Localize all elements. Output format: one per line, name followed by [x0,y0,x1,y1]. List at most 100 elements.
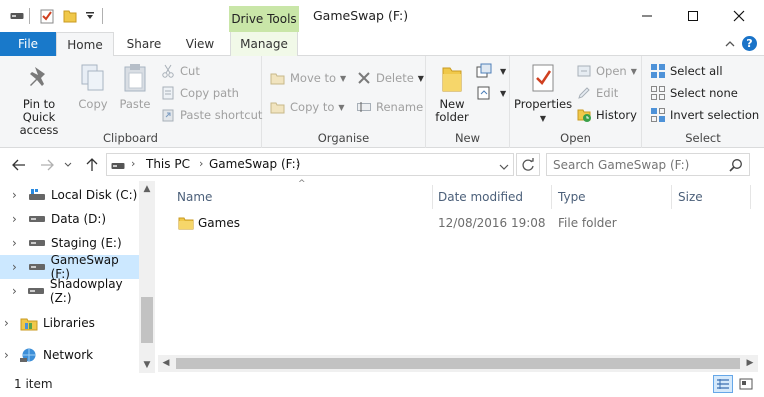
arrow-up-icon [86,158,98,171]
tab-share[interactable]: Share [118,32,170,56]
column-header-name[interactable]: Name [177,185,212,209]
details-view-button[interactable] [713,375,733,393]
chevron-down-icon: ▼ [539,114,547,123]
edit-pencil-icon [576,85,592,101]
new-item-button[interactable]: ▼ [476,61,506,81]
nav-item-shadowplay-z[interactable]: › Shadowplay (Z:) [0,277,139,305]
select-group-label: Select [685,131,721,145]
delete-button[interactable]: Delete ▼ [356,68,424,88]
file-list-horizontal-scrollbar[interactable]: ◀ ▶ [158,355,758,372]
paste-button[interactable]: Paste [116,62,154,111]
nav-item-local-disk-c[interactable]: › Local Disk (C:) [0,183,139,207]
scroll-left-arrow-icon[interactable]: ◀ [158,355,174,372]
nav-item-libraries[interactable]: › Libraries [0,311,139,335]
tab-home[interactable]: Home [56,32,114,57]
address-dropdown-button[interactable] [499,160,509,174]
scrollbar-thumb[interactable] [141,297,153,343]
context-tab-label: Drive Tools [231,12,297,26]
separator [29,8,30,24]
chevron-right-icon[interactable]: › [12,284,23,298]
breadcrumb-this-pc[interactable]: This PC [146,157,190,171]
properties-button[interactable]: Properties ▼ [514,62,572,125]
up-button[interactable] [82,155,102,175]
cut-button[interactable]: Cut [160,61,200,81]
chevron-right-icon[interactable]: › [12,212,24,226]
copy-button[interactable]: Copy [74,62,112,111]
chevron-right-icon[interactable]: › [199,157,203,170]
nav-item-label: Network [43,348,94,362]
copy-label: Copy [78,97,108,111]
chevron-right-icon[interactable]: › [4,348,16,362]
column-divider[interactable] [432,185,433,209]
properties-check-icon[interactable] [38,7,56,25]
select-none-button[interactable]: Select none [650,83,738,103]
large-icons-view-button[interactable] [736,375,756,393]
easy-access-button[interactable]: ▼ [476,83,506,103]
search-icon[interactable] [729,158,743,172]
scroll-up-arrow-icon[interactable]: ▲ [139,181,155,197]
chevron-right-icon[interactable]: › [12,188,24,202]
column-header-size[interactable]: Size [678,185,703,209]
table-row[interactable]: Games 12/08/2016 19:08 File folder [158,213,758,235]
customize-dropdown-icon[interactable] [81,7,99,25]
column-header-date-modified[interactable]: Date modified [438,185,523,209]
minimize-button[interactable] [624,0,670,32]
rename-button[interactable]: Rename [356,97,423,117]
history-icon [576,107,592,123]
collapse-ribbon-button[interactable] [723,37,737,51]
nav-pane-scrollbar[interactable]: ▲ ▼ [139,181,155,373]
scroll-right-arrow-icon[interactable]: ▶ [742,355,758,372]
nav-item-gameswap-f[interactable]: › GameSwap (F:) [0,253,139,281]
new-folder-icon [436,62,468,94]
pin-to-quick-access-button[interactable]: Pin to Quick access [4,62,74,137]
nav-item-network[interactable]: › Network [0,343,139,367]
history-button[interactable]: History [576,105,637,125]
column-divider[interactable] [551,185,552,209]
copy-to-button[interactable]: Copy to ▼ [270,97,345,117]
address-bar[interactable]: › This PC › GameSwap (F:) › [106,153,514,176]
column-divider[interactable] [750,185,751,209]
details-view-icon [717,379,729,389]
edit-button[interactable]: Edit [576,83,618,103]
nav-item-label: Local Disk (C:) [51,188,138,202]
tab-view[interactable]: View [176,32,224,56]
move-to-icon [270,70,286,86]
forward-button[interactable] [37,155,57,175]
scroll-down-arrow-icon[interactable]: ▼ [139,357,155,373]
chevron-right-icon[interactable]: › [12,260,24,274]
open-label: Open [596,64,627,78]
open-button[interactable]: Open ▼ [576,61,637,81]
select-all-button[interactable]: Select all [650,61,723,81]
back-button[interactable] [9,155,29,175]
column-header-type[interactable]: Type [558,185,586,209]
item-count: 1 item [14,377,53,391]
search-input[interactable] [553,156,723,173]
scrollbar-thumb[interactable] [176,358,740,369]
nav-item-staging-e[interactable]: › Staging (E:) [0,231,139,255]
chevron-down-icon: ▼ [630,66,637,76]
new-folder-icon[interactable] [61,7,79,25]
recent-locations-button[interactable] [61,155,75,175]
refresh-button[interactable] [516,153,540,176]
tab-file[interactable]: File [0,32,56,56]
help-button[interactable]: ? [742,36,757,51]
nav-item-data-d[interactable]: › Data (D:) [0,207,139,231]
drive-icon[interactable] [8,7,26,25]
chevron-right-icon[interactable]: › [296,157,300,170]
rename-icon [356,99,372,115]
chevron-right-icon[interactable]: › [4,316,16,330]
copy-path-button[interactable]: Copy path [160,83,239,103]
paste-shortcut-button[interactable]: Paste shortcut [160,105,262,125]
tab-manage[interactable]: Manage [230,32,298,56]
maximize-button[interactable] [670,0,716,32]
copy-to-icon [270,99,286,115]
close-button[interactable] [716,0,762,32]
chevron-right-icon: › [131,157,136,170]
search-box[interactable] [546,153,750,176]
column-divider[interactable] [671,185,672,209]
invert-selection-button[interactable]: Invert selection [650,105,759,125]
chevron-right-icon[interactable]: › [12,236,24,250]
new-folder-button[interactable]: New folder [432,62,472,124]
move-to-button[interactable]: Move to ▼ [270,68,346,88]
breadcrumb-gameswap[interactable]: GameSwap (F:) [209,157,300,171]
